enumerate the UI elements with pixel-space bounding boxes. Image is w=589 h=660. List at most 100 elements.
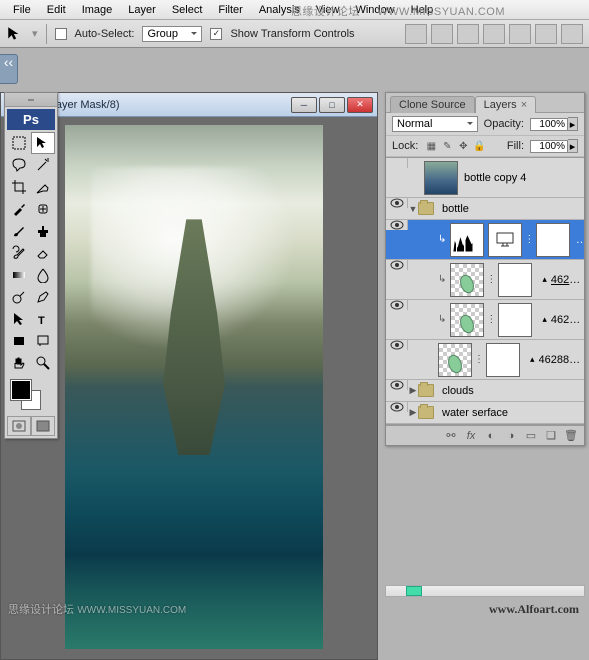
lock-position-icon[interactable]: ✥ [456,139,470,153]
timeline-ruler[interactable] [385,585,585,597]
visibility-toggle-icon[interactable] [390,380,404,390]
blur-tool-icon[interactable] [31,264,55,286]
visibility-toggle-icon[interactable] [390,402,404,412]
visibility-toggle-icon[interactable] [390,220,404,230]
menu-select[interactable]: Select [165,2,210,18]
layer-row[interactable]: bottle copy 4 [386,158,584,198]
history-brush-tool-icon[interactable] [7,242,31,264]
layer-name[interactable]: bottle [442,203,584,215]
standard-mode-icon[interactable] [7,416,31,436]
visibility-toggle-icon[interactable] [390,158,404,168]
layer-name[interactable]: 4628... [551,274,584,286]
expand-toggle-icon[interactable]: ▼ [408,204,418,214]
link-icon[interactable]: ⋮ [524,234,534,245]
menu-layer[interactable]: Layer [121,2,163,18]
adjustment-layer-icon[interactable]: ◑ [504,429,518,443]
align-icon[interactable] [561,24,583,44]
layer-mask-thumbnail[interactable] [498,303,532,337]
new-layer-icon[interactable]: ❏ [544,429,558,443]
expand-toggle-icon[interactable]: ▶ [408,407,418,418]
clone-tool-icon[interactable] [31,220,55,242]
layer-name[interactable]: 462883_... [551,314,584,326]
brush-tool-icon[interactable] [7,220,31,242]
lock-pixels-icon[interactable]: ✎ [440,139,454,153]
layer-row[interactable]: ↳ ⋮ ▴ 462883_... [386,300,584,340]
auto-select-dropdown[interactable]: Group [142,26,202,42]
menu-edit[interactable]: Edit [40,2,73,18]
layer-thumbnail[interactable] [450,263,484,297]
crop-tool-icon[interactable] [7,176,31,198]
toolbox-grip[interactable] [5,93,57,107]
link-icon[interactable]: ⋮ [474,354,484,365]
zoom-tool-icon[interactable] [31,352,55,374]
link-icon[interactable]: ⋮ [486,314,496,325]
lasso-tool-icon[interactable] [7,154,31,176]
link-layers-icon[interactable]: ⚯ [444,429,458,443]
marquee-tool-icon[interactable] [7,132,31,154]
layer-name[interactable]: 462883_... [539,354,584,366]
layer-mask-thumbnail[interactable] [536,223,570,257]
gradient-tool-icon[interactable] [7,264,31,286]
align-icon[interactable] [431,24,453,44]
magic-wand-tool-icon[interactable] [31,154,55,176]
auto-select-checkbox[interactable] [55,28,67,40]
pen-tool-icon[interactable] [31,286,55,308]
visibility-toggle-icon[interactable] [390,260,404,270]
type-tool-icon[interactable]: T [31,308,55,330]
notes-tool-icon[interactable] [31,330,55,352]
layer-row[interactable]: ↳ ⋮ ▴ 4628... [386,260,584,300]
layer-row[interactable]: ⋮ ▴ 462883_... [386,340,584,380]
ps-logo-icon[interactable]: Ps [7,109,55,130]
layer-thumbnail[interactable] [450,303,484,337]
color-swatches[interactable] [7,378,55,414]
close-icon[interactable]: × [521,99,527,111]
align-icon[interactable] [509,24,531,44]
align-icon[interactable] [405,24,427,44]
lock-all-icon[interactable]: 🔒 [472,139,486,153]
slice-tool-icon[interactable] [31,176,55,198]
layer-thumbnail[interactable] [438,343,472,377]
link-icon[interactable]: ⋮ [486,274,496,285]
playhead-icon[interactable] [406,586,422,596]
window-close-button[interactable]: ✕ [347,97,373,113]
lock-transparency-icon[interactable]: ▦ [424,139,438,153]
tab-clone-source[interactable]: Clone Source [390,96,475,113]
expand-toggle-icon[interactable]: ▶ [408,385,418,396]
visibility-toggle-icon[interactable] [390,340,404,350]
rectangle-tool-icon[interactable] [7,330,31,352]
tab-layers[interactable]: Layers× [475,96,536,113]
blend-mode-dropdown[interactable]: Normal [392,116,478,132]
hand-tool-icon[interactable] [7,352,31,374]
chevron-right-icon[interactable]: ▸ [568,139,578,153]
adjustment-thumbnail[interactable] [450,223,484,257]
menu-file[interactable]: File [6,2,38,18]
layer-group-row[interactable]: ▶ clouds [386,380,584,402]
window-minimize-button[interactable]: ─ [291,97,317,113]
chevron-right-icon[interactable]: ▸ [568,117,578,131]
show-transform-checkbox[interactable]: ✓ [210,28,222,40]
layer-name[interactable]: clouds [442,385,584,397]
menu-filter[interactable]: Filter [211,2,249,18]
trash-icon[interactable]: 🗑 [564,429,578,443]
dodge-tool-icon[interactable] [7,286,31,308]
align-icon[interactable] [483,24,505,44]
screen-mode-icon[interactable] [31,416,55,436]
align-icon[interactable] [457,24,479,44]
opacity-input[interactable]: 100% [530,118,568,131]
layer-mask-thumbnail[interactable] [486,343,520,377]
fill-input[interactable]: 100% [530,140,568,153]
visibility-toggle-icon[interactable] [390,300,404,310]
layer-group-row[interactable]: ▶ water serface [386,402,584,424]
menu-image[interactable]: Image [75,2,120,18]
layer-mask-icon[interactable]: ◐ [484,429,498,443]
layer-row[interactable]: ↳ ⋮ ... [386,220,584,260]
layer-name[interactable]: ... [576,234,584,246]
eraser-tool-icon[interactable] [31,242,55,264]
move-tool-icon[interactable] [6,25,24,43]
layer-thumbnail[interactable] [424,161,458,195]
eyedropper-tool-icon[interactable] [7,198,31,220]
healing-tool-icon[interactable] [31,198,55,220]
collapsed-panel-tab[interactable]: ‹‹ [0,54,18,84]
layer-name[interactable]: water serface [442,407,584,419]
visibility-toggle-icon[interactable] [390,198,404,208]
